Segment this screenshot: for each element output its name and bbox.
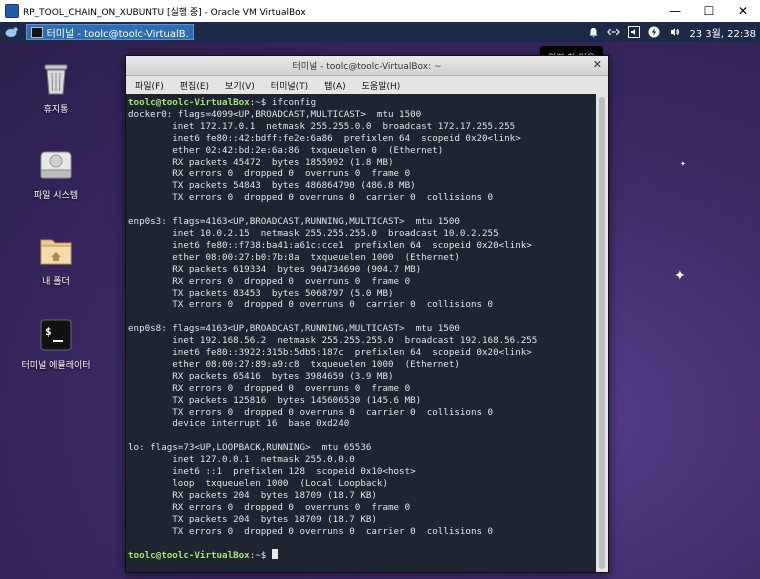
system-tray: 23 3월, 22:38 [587,22,756,42]
close-button[interactable]: ✕ [726,0,760,22]
terminal-output-line: RX errors 0 dropped 0 overruns 0 frame 0 [128,382,411,394]
terminal-output-line: inet6 fe80::42:bdff:fe2e:6a86 prefixlen … [128,132,521,144]
terminal-output-line: TX errors 0 dropped 0 overruns 0 carrier… [128,406,494,418]
terminal-output-line: ether 02:42:bd:2e:6a:86 txqueuelen 0 (Et… [128,144,444,156]
menu-view[interactable]: 보기(V) [216,79,262,92]
menu-help[interactable]: 도움말(H) [353,79,408,92]
terminal-output-area[interactable]: toolc@toolc-VirtualBox:~$ ifconfig docker… [126,94,596,572]
terminal-output-line: inet6 ::1 prefixlen 128 scopeid 0x10<hos… [128,466,416,478]
menu-tabs[interactable]: 탭(A) [315,79,352,92]
desktop-icon-terminal[interactable]: $ 터미널 에뮬레이터 [11,318,101,371]
terminal-output-line [128,311,596,323]
terminal-output-line [128,204,596,216]
terminal-output-line: device interrupt 16 base 0xd240 [128,418,350,430]
battery-icon[interactable] [647,26,660,39]
desktop-icon-label: 파일 시스템 [33,191,79,201]
terminal-output-line: TX errors 0 dropped 0 overruns 0 carrier… [128,192,494,204]
terminal-output-line: inet6 fe80::f738:ba41:a61c:cce1 prefixle… [128,239,532,251]
folder-icon [40,239,72,265]
drive-icon [40,151,72,179]
terminal-small-icon [31,26,43,38]
desktop-icon-label: 내 폴더 [42,277,70,287]
terminal-icon: $ [40,319,72,351]
terminal-output-line: enp0s3: flags=4163<UP,BROADCAST,RUNNING,… [128,216,460,228]
prompt: toolc@toolc-VirtualBox [128,550,250,562]
terminal-output-line: RX errors 0 dropped 0 overruns 0 frame 0 [128,501,411,513]
desktop-icon-trash[interactable]: 휴지통 [11,62,101,115]
terminal-output-line [128,430,596,442]
terminal-output-line [128,538,596,550]
terminal-window[interactable]: 터미널 - toolc@toolc-VirtualBox: ~ ✕ 파일(F) … [125,55,609,573]
desktop-icon-label: 휴지통 [43,105,69,115]
guest-top-panel: 터미널 - toolc@toolc-VirtualB... 23 3월, 22:… [0,22,760,42]
terminal-close-button[interactable]: ✕ [593,58,602,71]
terminal-output-line: TX errors 0 dropped 0 overruns 0 carrier… [128,525,494,537]
terminal-output-line: inet 192.168.56.2 netmask 255.255.255.0 … [128,335,538,347]
terminal-output-line: RX packets 65416 bytes 3984659 (3.9 MB) [128,370,394,382]
terminal-output-line: TX packets 125816 bytes 145606530 (145.6… [128,394,422,406]
applications-menu-button[interactable] [0,22,22,42]
maximize-button[interactable]: ☐ [692,0,726,22]
clock[interactable]: 23 3월, 22:38 [689,25,756,40]
terminal-output-line: lo: flags=73<UP,LOOPBACK,RUNNING> mtu 65… [128,442,372,454]
terminal-output-line: ether 08:00:27:b0:7b:8a txqueuelen 1000 … [128,251,460,263]
power-icon[interactable] [667,26,680,39]
svg-text:$: $ [45,325,52,338]
terminal-output-line: inet 172.17.0.1 netmask 255.255.0.0 broa… [128,120,516,132]
menu-terminal[interactable]: 터미널(T) [262,79,315,92]
terminal-output-line: RX packets 619334 bytes 904734690 (904.7… [128,263,422,275]
prompt: toolc@toolc-VirtualBox [128,97,250,108]
terminal-output-line: inet 127.0.0.1 netmask 255.0.0.0 [128,454,355,466]
text-cursor [271,549,278,560]
terminal-output-line: loop txqueuelen 1000 (Local Loopback) [128,478,388,489]
desktop-icon-label: 터미널 에뮬레이터 [21,361,91,371]
terminal-menubar: 파일(F) 편집(E) 보기(V) 터미널(T) 탭(A) 도움말(H) [126,76,608,95]
desktop-icon-filesystem[interactable]: 파일 시스템 [11,148,101,201]
scrollbar-thumb[interactable] [599,97,605,569]
terminal-output-line: RX packets 45472 bytes 1855992 (1.8 MB) [128,156,394,168]
minimize-button[interactable]: — [658,0,692,22]
terminal-title: 터미널 - toolc@toolc-VirtualBox: ~ [292,62,442,72]
terminal-output-line: TX packets 54843 bytes 486864790 (486.8 … [128,180,416,192]
virtualbox-icon [5,4,19,18]
terminal-titlebar[interactable]: 터미널 - toolc@toolc-VirtualBox: ~ ✕ [126,56,608,76]
trash-icon [44,64,68,95]
menu-file[interactable]: 파일(F) [126,79,171,92]
terminal-output-line: RX packets 204 bytes 18709 (18.7 KB) [128,489,377,501]
star-decoration: ✦ [674,268,686,284]
volume-icon[interactable] [627,26,640,39]
taskbar-item-terminal[interactable]: 터미널 - toolc@toolc-VirtualB... [26,24,194,40]
desktop: ✦ ✦ 휴지통 파일 시스템 내 폴더 $ 터미널 에뮬레이터 터미널 - to… [0,42,760,579]
terminal-output-line: RX errors 0 dropped 0 overruns 0 frame 0 [128,275,411,287]
terminal-output-line: TX packets 204 bytes 18709 (18.7 KB) [128,513,377,525]
terminal-output-line: ether 08:00:27:89:a9:c8 txqueuelen 1000 … [128,358,460,370]
command-text: ifconfig [271,97,317,108]
terminal-output-line: inet6 fe80::3922:315b:5db5:187c prefixle… [128,347,532,359]
prompt-suffix: :~$ [249,550,272,562]
terminal-output-line: inet 10.0.2.15 netmask 255.255.255.0 bro… [128,227,499,239]
xfce-mouse-icon [5,27,18,37]
terminal-output-line: docker0: flags=4099<UP,BROADCAST,MULTICA… [128,108,422,120]
host-window-title: RP_TOOL_CHAIN_ON_XUBUNTU [실행 중] - Oracle… [23,7,306,18]
star-decoration: ✦ [680,160,686,168]
host-window-titlebar: RP_TOOL_CHAIN_ON_XUBUNTU [실행 중] - Oracle… [0,0,760,23]
command-line: toolc@toolc-VirtualBox:~$ ifconfig [128,97,596,109]
menu-edit[interactable]: 편집(E) [171,79,216,92]
host-window-controls: — ☐ ✕ [658,0,760,22]
terminal-text: toolc@toolc-VirtualBox:~$ ifconfig docker… [126,94,596,562]
terminal-output-line: TX packets 83453 bytes 5068797 (5.0 MB) [128,287,394,299]
terminal-output-line: RX errors 0 dropped 0 overruns 0 frame 0 [128,168,411,180]
network-icon[interactable] [607,26,621,39]
prompt-suffix: :~$ [249,97,272,108]
bell-icon[interactable] [587,26,600,39]
desktop-icon-home[interactable]: 내 폴더 [11,234,101,287]
terminal-output-line: TX errors 0 dropped 0 overruns 0 carrier… [128,299,494,311]
taskbar-item-label: 터미널 - toolc@toolc-VirtualB... [46,28,189,40]
terminal-output-line: enp0s8: flags=4163<UP,BROADCAST,RUNNING,… [128,323,460,335]
current-prompt-line: toolc@toolc-VirtualBox:~$ [128,549,596,562]
terminal-scrollbar[interactable] [596,94,608,572]
